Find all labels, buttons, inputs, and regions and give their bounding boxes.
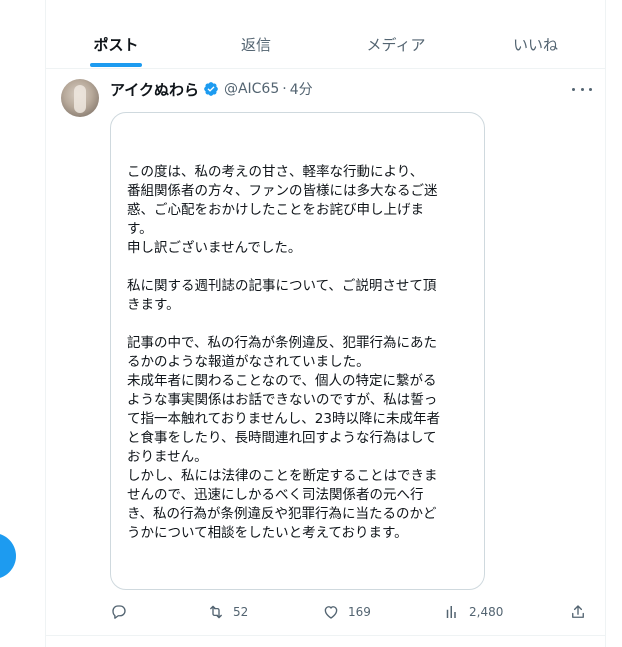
post-image[interactable]: この度は、私の考えの甘さ、軽率な行動により、 番組関係者の方々、ファンの皆様には… xyxy=(110,112,485,590)
tab-replies-label: 返信 xyxy=(240,36,271,54)
image-text-line: きます。 xyxy=(127,297,180,313)
image-text-line: しかし、私には法律のことを断定することはできま xyxy=(127,468,438,484)
views-icon xyxy=(446,606,456,618)
views-button[interactable]: 2,480 xyxy=(443,600,503,624)
avatar-figure xyxy=(74,85,86,113)
image-text-line: ような事実関係はお話できないのですが、私は誓っ xyxy=(127,392,438,408)
post-header: アイクぬわら @AIC65 · 4分 xyxy=(110,79,313,99)
tab-posts[interactable]: ポスト xyxy=(46,0,186,69)
heart-icon xyxy=(324,606,338,619)
post-actions: 52 169 2,480 xyxy=(110,600,590,624)
active-tab-indicator xyxy=(90,63,142,67)
image-text-line: せんので、迅速にしかるべく司法関係者の元へ行 xyxy=(127,487,424,503)
compose-button[interactable] xyxy=(0,533,16,579)
reply-button[interactable] xyxy=(110,600,128,624)
image-text-line: この度は、私の考えの甘さ、軽率な行動により、 xyxy=(127,164,424,180)
more-icon[interactable] xyxy=(572,82,592,96)
retweet-icon xyxy=(210,605,222,619)
reply-icon xyxy=(112,605,126,619)
like-button[interactable]: 169 xyxy=(322,600,371,624)
image-text-line: おりません。 xyxy=(127,449,208,465)
avatar[interactable] xyxy=(61,79,99,117)
image-text-line: うかについて相談をしたいと考えております。 xyxy=(127,525,408,541)
tab-media-label: メディア xyxy=(366,36,426,54)
header-separator: · xyxy=(282,81,287,97)
author-name[interactable]: アイクぬわら xyxy=(110,79,199,100)
image-text-line: 未成年者に関わることなので、個人の特定に繋がる xyxy=(127,373,437,389)
image-text-gap xyxy=(127,315,472,334)
image-text-gap xyxy=(127,258,472,277)
views-count: 2,480 xyxy=(469,605,504,619)
retweet-button[interactable]: 52 xyxy=(207,600,248,624)
tab-likes[interactable]: いいね xyxy=(466,0,605,69)
image-text-line: き、私の行為が条例違反や犯罪行為に当たるのかど xyxy=(127,506,437,522)
retweet-count: 52 xyxy=(233,605,249,619)
image-text-line: 記事の中で、私の行為が条例違反、犯罪行為にあた xyxy=(127,335,437,351)
like-count: 169 xyxy=(348,605,371,619)
share-button[interactable] xyxy=(569,600,587,624)
post-image-text: この度は、私の考えの甘さ、軽率な行動により、 番組関係者の方々、ファンの皆様には… xyxy=(127,163,472,543)
image-text-line: と食事をしたり、長時間連れ回すような行為はして xyxy=(127,430,437,446)
image-text-line: て指一本触れておりませんし、23時以降に未成年者 xyxy=(127,411,440,427)
post-time[interactable]: 4分 xyxy=(290,79,313,99)
share-icon xyxy=(572,605,584,618)
column-border-right xyxy=(605,0,606,647)
tab-media[interactable]: メディア xyxy=(326,0,466,69)
profile-tabs: ポスト 返信 メディア いいね xyxy=(46,0,605,69)
image-text-line: 惑、ご心配をおかけしたことをお詫び申し上げま xyxy=(127,202,424,218)
image-text-line: 私に関する週刊誌の記事について、ご説明させて頂 xyxy=(127,278,437,294)
verified-badge-icon xyxy=(203,81,219,97)
author-handle[interactable]: @AIC65 xyxy=(224,81,279,97)
tab-likes-label: いいね xyxy=(512,36,558,54)
tab-posts-label: ポスト xyxy=(93,36,139,54)
post-divider xyxy=(46,635,605,636)
tab-replies[interactable]: 返信 xyxy=(186,0,326,69)
column-border-left xyxy=(45,0,46,647)
image-text-line: るかのような報道がなされていました。 xyxy=(127,354,370,370)
image-text-line: 番組関係者の方々、ファンの皆様には多大なるご迷 xyxy=(127,183,438,199)
image-text-line: 申し訳ございませんでした。 xyxy=(127,240,302,256)
image-text-line: す。 xyxy=(127,221,153,237)
